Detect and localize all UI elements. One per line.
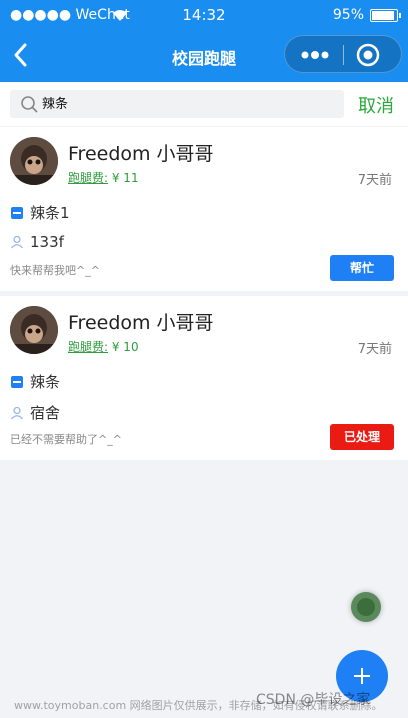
fee: 跑腿费: ¥ 10 [68, 338, 139, 355]
location-row: 133f [10, 233, 64, 251]
item-icon [11, 376, 23, 388]
avatar [10, 137, 58, 185]
list-item[interactable]: Freedom 小哥哥 跑腿费: ¥ 10 7天前 辣条 宿舍 已经不需要帮助了… [0, 296, 408, 460]
more-icon[interactable] [299, 48, 331, 62]
fee-label: 跑腿费: [68, 340, 109, 354]
battery-fill [372, 11, 394, 20]
user-name: Freedom 小哥哥 [68, 312, 214, 334]
person-icon [11, 235, 23, 249]
battery-percent: 95% [332, 7, 364, 23]
item-name: 辣条1 [30, 204, 70, 222]
item-name: 辣条 [30, 373, 61, 391]
status-bar: ●●●●● WeChat 14:32 95% [0, 0, 408, 32]
item-row: 辣条 [10, 371, 60, 392]
location: 133f [30, 233, 64, 251]
capsule-divider [343, 45, 344, 65]
list-item[interactable]: Freedom 小哥哥 跑腿费: ¥ 11 7天前 辣条1 133f 快来帮帮我… [0, 127, 408, 291]
fee-value: ¥ 11 [108, 171, 139, 185]
close-miniprogram-icon[interactable] [355, 42, 381, 68]
location: 宿舍 [30, 404, 61, 422]
post-note: 快来帮帮我吧^_^ [10, 264, 100, 277]
cancel-button[interactable]: 取消 [358, 92, 394, 118]
person-icon [11, 406, 23, 420]
avatar [10, 306, 58, 354]
nav-bar: 校园跑腿 [0, 32, 408, 82]
search-box[interactable] [10, 90, 344, 118]
post-note: 已经不需要帮助了^_^ [10, 433, 122, 446]
user-name: Freedom 小哥哥 [68, 143, 214, 165]
search-bar: 取消 [0, 82, 408, 126]
processed-button[interactable]: 已处理 [330, 424, 394, 450]
fee-label: 跑腿费: [68, 171, 109, 185]
location-row: 宿舍 [10, 402, 60, 423]
search-input[interactable] [42, 95, 332, 110]
fee-value: ¥ 10 [108, 340, 139, 354]
mini-program-capsule [284, 35, 402, 73]
search-icon [21, 96, 38, 113]
battery-icon [370, 9, 401, 22]
floating-ball[interactable] [351, 592, 381, 622]
post-time: 7天前 [357, 342, 392, 357]
fee: 跑腿费: ¥ 11 [68, 169, 139, 186]
post-time: 7天前 [357, 173, 392, 188]
item-row: 辣条1 [10, 202, 70, 223]
csdn-watermark: CSDN @毕设之家 [256, 692, 371, 708]
item-icon [11, 207, 23, 219]
help-button[interactable]: 帮忙 [330, 255, 394, 281]
